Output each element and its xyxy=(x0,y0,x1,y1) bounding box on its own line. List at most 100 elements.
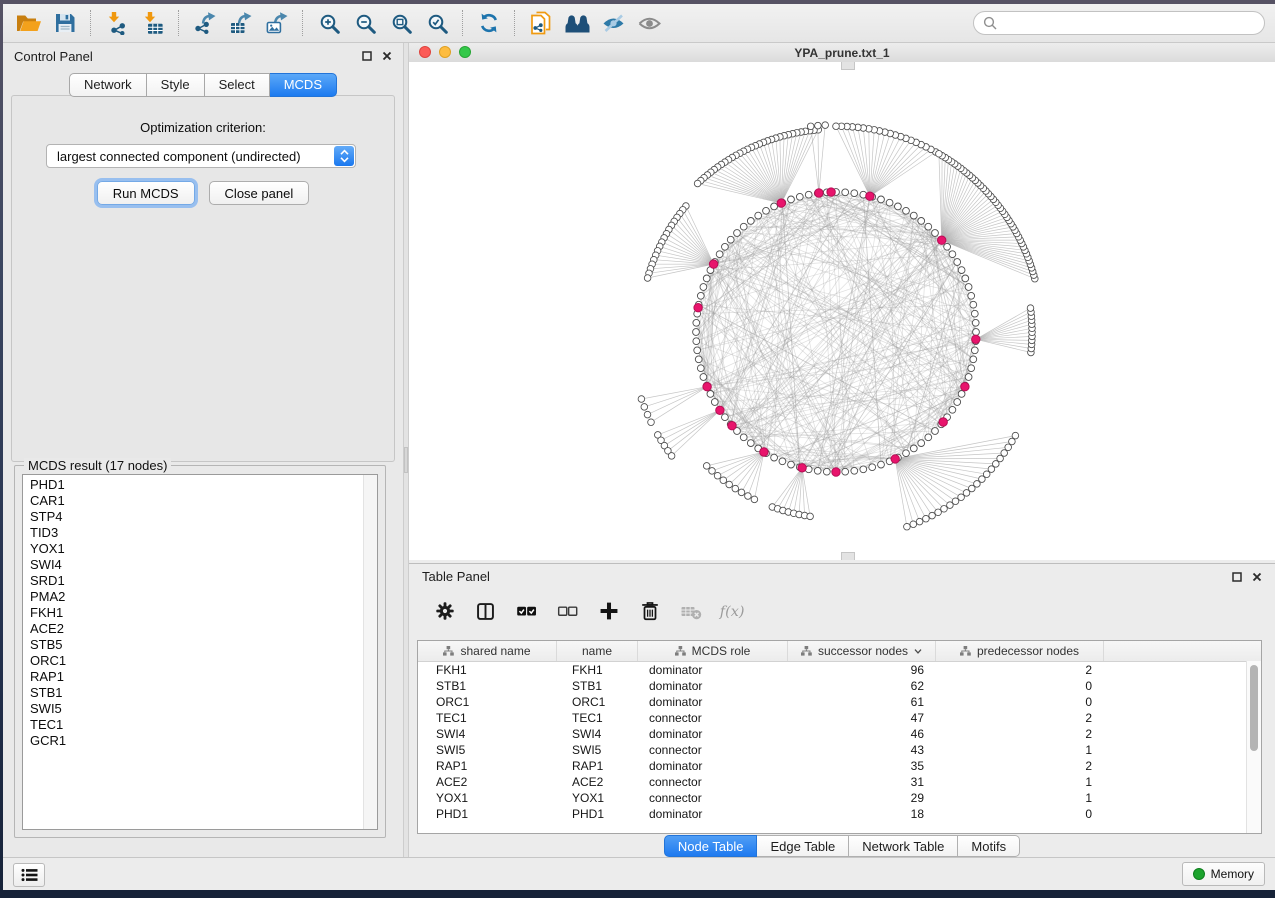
close-panel-button[interactable]: Close panel xyxy=(209,181,310,205)
search-network-button[interactable] xyxy=(559,8,595,38)
table-row[interactable]: YOX1YOX1connector291 xyxy=(418,790,1261,806)
cell-predecessor-nodes: 2 xyxy=(936,727,1104,741)
mcds-result-item[interactable]: SWI4 xyxy=(23,557,377,573)
cell-successor-nodes: 43 xyxy=(788,743,936,757)
column-header-successor-nodes[interactable]: successor nodes xyxy=(788,641,936,661)
network-graph[interactable] xyxy=(409,62,1275,560)
refresh-button[interactable] xyxy=(471,8,507,38)
tab-mcds[interactable]: MCDS xyxy=(270,73,337,97)
node-table-body: FKH1FKH1dominator962STB1STB1dominator620… xyxy=(418,662,1261,822)
table-settings-button[interactable] xyxy=(431,598,458,625)
workspace: YPA_prune.txt_1 Table Panel xyxy=(409,43,1275,858)
search-input[interactable] xyxy=(1003,15,1254,32)
column-header-shared-name[interactable]: shared name xyxy=(418,641,557,661)
tab-select[interactable]: Select xyxy=(205,73,270,97)
mcds-result-item[interactable]: ORC1 xyxy=(23,653,377,669)
mcds-result-item[interactable]: PHD1 xyxy=(23,477,377,493)
column-header-MCDS-role[interactable]: MCDS role xyxy=(638,641,788,661)
tab-motifs[interactable]: Motifs xyxy=(958,835,1020,857)
minimize-window-icon[interactable] xyxy=(439,46,451,58)
save-icon xyxy=(54,12,76,34)
export-table-button[interactable] xyxy=(223,8,259,38)
task-history-button[interactable] xyxy=(13,863,45,887)
table-row[interactable]: FKH1FKH1dominator962 xyxy=(418,662,1261,678)
select-all-button[interactable] xyxy=(513,598,540,625)
memory-button[interactable]: Memory xyxy=(1182,862,1265,886)
import-table-button[interactable] xyxy=(135,8,171,38)
float-panel-icon[interactable] xyxy=(1232,572,1242,582)
table-row[interactable]: SWI4SWI4dominator462 xyxy=(418,726,1261,742)
mcds-result-item[interactable]: SRD1 xyxy=(23,573,377,589)
table-row[interactable]: ORC1ORC1dominator610 xyxy=(418,694,1261,710)
mcds-result-item[interactable]: RAP1 xyxy=(23,669,377,685)
add-row-button[interactable] xyxy=(595,598,622,625)
table-row[interactable]: TEC1TEC1connector472 xyxy=(418,710,1261,726)
show-graphics-button[interactable] xyxy=(631,8,667,38)
mcds-result-item[interactable]: SWI5 xyxy=(23,701,377,717)
open-session-button[interactable] xyxy=(11,8,47,38)
table-row[interactable]: RAP1RAP1dominator352 xyxy=(418,758,1261,774)
maximize-window-icon[interactable] xyxy=(459,46,471,58)
cell-successor-nodes: 29 xyxy=(788,791,936,805)
mcds-result-item[interactable]: FKH1 xyxy=(23,605,377,621)
zoom-selected-button[interactable] xyxy=(419,8,455,38)
mcds-result-item[interactable]: YOX1 xyxy=(23,541,377,557)
tab-network-table[interactable]: Network Table xyxy=(849,835,958,857)
cell-MCDS-role: dominator xyxy=(638,807,788,821)
mcds-result-title: MCDS result (17 nodes) xyxy=(24,458,171,473)
toolbar-separator xyxy=(302,10,304,36)
close-panel-icon[interactable] xyxy=(382,51,392,61)
split-handle-bottom[interactable] xyxy=(841,552,855,560)
clone-network-button[interactable] xyxy=(523,8,559,38)
table-scrollbar-thumb[interactable] xyxy=(1250,665,1258,751)
deselect-all-button[interactable] xyxy=(554,598,581,625)
table-row[interactable]: SWI5SWI5connector431 xyxy=(418,742,1261,758)
mcds-result-item[interactable]: STB5 xyxy=(23,637,377,653)
table-row[interactable]: STB1STB1dominator620 xyxy=(418,678,1261,694)
column-header-name[interactable]: name xyxy=(557,641,638,661)
table-scrollbar[interactable] xyxy=(1246,661,1261,833)
mcds-result-item[interactable]: GCR1 xyxy=(23,733,377,749)
mcds-result-item[interactable]: ACE2 xyxy=(23,621,377,637)
export-image-button[interactable] xyxy=(259,8,295,38)
cell-MCDS-role: connector xyxy=(638,743,788,757)
tab-edge-table[interactable]: Edge Table xyxy=(757,835,849,857)
close-panel-icon[interactable] xyxy=(1252,572,1262,582)
optimization-criterion-select[interactable]: largest connected component (undirected) xyxy=(46,144,356,168)
zoom-fit-button[interactable] xyxy=(383,8,419,38)
float-panel-icon[interactable] xyxy=(362,51,372,61)
mcds-result-item[interactable]: PMA2 xyxy=(23,589,377,605)
network-canvas[interactable] xyxy=(409,62,1275,560)
function-builder-button: f(x) xyxy=(718,598,745,625)
export-network-button[interactable] xyxy=(187,8,223,38)
mcds-result-item[interactable]: TID3 xyxy=(23,525,377,541)
tab-node-table[interactable]: Node Table xyxy=(664,835,758,857)
split-handle-top[interactable] xyxy=(841,62,855,70)
table-row[interactable]: ACE2ACE2connector311 xyxy=(418,774,1261,790)
splitter-grip[interactable] xyxy=(404,447,408,473)
mcds-result-item[interactable]: STB1 xyxy=(23,685,377,701)
show-columns-button[interactable] xyxy=(472,598,499,625)
tab-network[interactable]: Network xyxy=(69,73,147,97)
mcds-result-item[interactable]: TEC1 xyxy=(23,717,377,733)
tab-style[interactable]: Style xyxy=(147,73,205,97)
mcds-result-item[interactable]: STP4 xyxy=(23,509,377,525)
column-header-predecessor-nodes[interactable]: predecessor nodes xyxy=(936,641,1104,661)
zoom-in-button[interactable] xyxy=(311,8,347,38)
network-window-titlebar[interactable]: YPA_prune.txt_1 xyxy=(409,43,1275,63)
window-controls xyxy=(419,46,471,58)
zoom-out-button[interactable] xyxy=(347,8,383,38)
delete-row-button[interactable] xyxy=(636,598,663,625)
mcds-result-list[interactable]: PHD1CAR1STP4TID3YOX1SWI4SRD1PMA2FKH1ACE2… xyxy=(22,474,378,830)
mcds-result-item[interactable]: CAR1 xyxy=(23,493,377,509)
save-session-button[interactable] xyxy=(47,8,83,38)
import-network-button[interactable] xyxy=(99,8,135,38)
close-window-icon[interactable] xyxy=(419,46,431,58)
mcds-result-items: PHD1CAR1STP4TID3YOX1SWI4SRD1PMA2FKH1ACE2… xyxy=(23,477,377,749)
table-row[interactable]: PHD1PHD1dominator180 xyxy=(418,806,1261,822)
result-list-scrollbar[interactable] xyxy=(363,475,377,829)
hide-graphics-button[interactable] xyxy=(595,8,631,38)
status-bar: Memory xyxy=(3,857,1275,890)
run-mcds-button[interactable]: Run MCDS xyxy=(97,181,195,205)
cell-predecessor-nodes: 1 xyxy=(936,743,1104,757)
